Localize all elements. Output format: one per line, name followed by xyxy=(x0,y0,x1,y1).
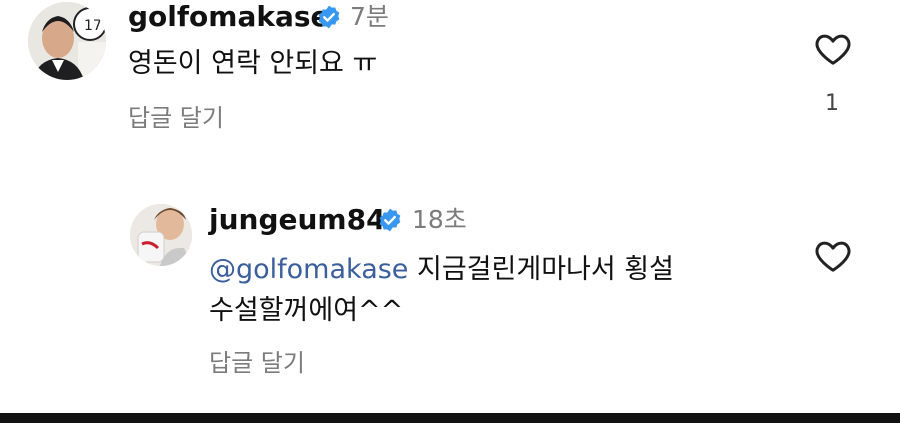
avatar-image: 17 xyxy=(28,2,106,80)
heart-icon[interactable] xyxy=(813,236,853,276)
reply-avatar[interactable] xyxy=(130,204,192,266)
reply-button[interactable]: 답글 달기 xyxy=(128,101,224,135)
svg-text:17: 17 xyxy=(84,18,102,34)
verified-badge-icon xyxy=(379,208,401,232)
comment-timestamp: 7분 xyxy=(350,2,389,31)
bottom-divider xyxy=(0,413,900,423)
reply-text-line1: @golfomakase 지금걸린게마나서 횡설 xyxy=(209,250,674,290)
reply-timestamp: 18초 xyxy=(412,205,467,234)
reply-avatar-image xyxy=(130,204,192,266)
mention-link[interactable]: @golfomakase xyxy=(209,254,408,285)
comment-text: 영돈이 연락 안되요 ㅠ xyxy=(128,48,378,79)
heart-icon[interactable] xyxy=(813,29,853,69)
reply-text: 지금걸린게마나서 횡설 xyxy=(408,254,674,285)
verified-badge-icon xyxy=(318,5,340,29)
reply-button[interactable]: 답글 달기 xyxy=(209,346,305,380)
avatar[interactable]: 17 xyxy=(28,2,106,80)
reply-username[interactable]: jungeum84 xyxy=(209,203,386,237)
reply-text-line2: 수설할꺼에여^^ xyxy=(209,295,404,326)
comment-username[interactable]: golfomakase xyxy=(128,0,330,34)
like-count: 1 xyxy=(825,91,839,116)
